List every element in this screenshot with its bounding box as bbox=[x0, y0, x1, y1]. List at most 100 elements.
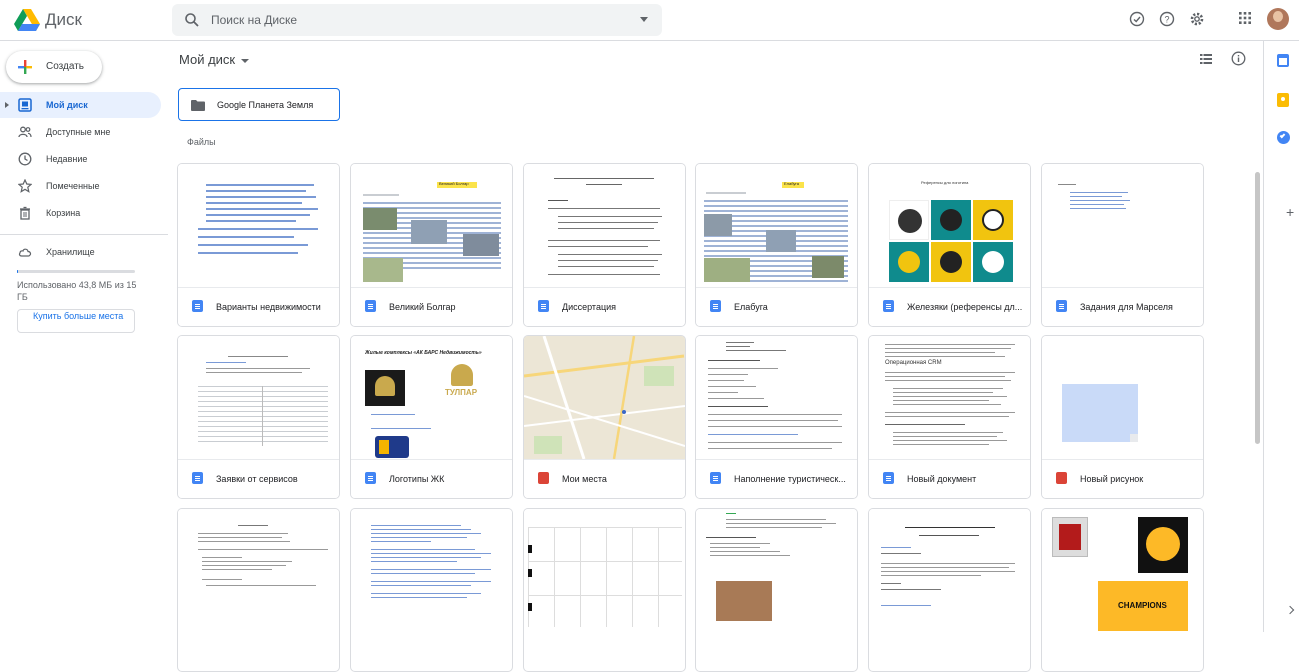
thumb-title-text: Жилые комплексы «АК БАРС Недвижимость» bbox=[365, 350, 482, 356]
file-name: Задания для Марселя bbox=[1080, 302, 1173, 312]
file-name: Наполнение туристическ... bbox=[734, 474, 846, 484]
sidebar-item-label: Помеченные bbox=[46, 181, 100, 191]
help-icon[interactable]: ? bbox=[1159, 11, 1175, 27]
file-card[interactable] bbox=[695, 508, 858, 672]
file-card[interactable] bbox=[177, 508, 340, 672]
file-name: Мои места bbox=[562, 474, 607, 484]
doc-icon bbox=[883, 472, 894, 484]
drawing-icon bbox=[1056, 472, 1067, 484]
chevron-down-icon[interactable] bbox=[241, 58, 250, 63]
settings-icon[interactable] bbox=[1189, 11, 1205, 27]
star-icon bbox=[18, 179, 32, 193]
create-button[interactable]: Создать bbox=[6, 51, 102, 83]
expand-arrow-icon[interactable] bbox=[5, 102, 9, 108]
file-thumbnail: Жилые комплексы «АК БАРС Недвижимость» Т… bbox=[351, 336, 512, 459]
file-name: Новый документ bbox=[907, 474, 977, 484]
doc-icon bbox=[192, 300, 203, 312]
doc-icon bbox=[192, 472, 203, 484]
file-card[interactable]: Варианты недвижимости bbox=[177, 163, 340, 327]
file-thumbnail bbox=[524, 164, 685, 287]
search-options-icon[interactable] bbox=[640, 17, 648, 22]
plus-icon bbox=[18, 60, 32, 74]
storage-usage-text: Использовано 43,8 МБ из 15 ГБ bbox=[17, 280, 137, 302]
chevron-right-icon[interactable] bbox=[1285, 605, 1295, 615]
map-pin-icon bbox=[538, 472, 549, 484]
doc-icon bbox=[1056, 300, 1067, 312]
storage-label: Хранилище bbox=[46, 247, 95, 257]
file-card[interactable]: Новый рисунок bbox=[1041, 335, 1204, 499]
file-card[interactable]: CHAMPIONS bbox=[1041, 508, 1204, 672]
thumb-title: Елабуга bbox=[782, 181, 804, 188]
avatar[interactable] bbox=[1267, 8, 1289, 30]
sidebar-item-storage[interactable]: Хранилище bbox=[0, 239, 161, 265]
thumb-heading: Операционная CRM bbox=[885, 360, 942, 366]
folder-item[interactable]: Google Планета Земля bbox=[178, 88, 340, 121]
file-card[interactable]: Великий Болгар Великий Болгар bbox=[350, 163, 513, 327]
sidebar-item-label: Недавние bbox=[46, 154, 88, 164]
file-thumbnail bbox=[696, 336, 857, 459]
sidebar-divider bbox=[0, 234, 168, 235]
thumb-title: Великий Болгар bbox=[437, 181, 477, 188]
file-card[interactable] bbox=[868, 508, 1031, 672]
keep-icon[interactable] bbox=[1277, 93, 1289, 107]
scrollbar[interactable] bbox=[1255, 172, 1260, 444]
search-icon[interactable] bbox=[184, 12, 200, 28]
doc-icon bbox=[365, 300, 376, 312]
folder-name: Google Планета Земля bbox=[217, 100, 314, 110]
info-icon[interactable] bbox=[1231, 51, 1246, 66]
tasks-icon[interactable] bbox=[1277, 131, 1290, 144]
file-thumbnail: Референсы для логотипа bbox=[869, 164, 1030, 287]
sidebar-item-label: Мой диск bbox=[46, 100, 88, 110]
file-name: Варианты недвижимости bbox=[216, 302, 321, 312]
file-card[interactable]: Заявки от сервисов bbox=[177, 335, 340, 499]
file-name: Железяки (референсы дл... bbox=[907, 302, 1023, 312]
breadcrumb[interactable]: Мой диск bbox=[179, 52, 250, 67]
file-thumbnail: Елабуга bbox=[696, 164, 857, 287]
file-name: Заявки от сервисов bbox=[216, 474, 298, 484]
file-card[interactable]: Референсы для логотипа Железяки (референ… bbox=[868, 163, 1031, 327]
file-name: Логотипы ЖК bbox=[389, 474, 445, 484]
file-thumbnail bbox=[1042, 336, 1203, 459]
file-thumbnail: CHAMPIONS bbox=[1042, 509, 1203, 632]
file-thumbnail bbox=[178, 509, 339, 632]
file-card[interactable]: Мои места bbox=[523, 335, 686, 499]
add-addon-icon[interactable]: + bbox=[1286, 204, 1294, 220]
file-card[interactable]: Наполнение туристическ... bbox=[695, 335, 858, 499]
file-card[interactable] bbox=[350, 508, 513, 672]
calendar-icon[interactable] bbox=[1277, 54, 1289, 67]
tulpar-text: ТУЛПАР bbox=[445, 388, 478, 397]
buy-storage-button[interactable]: Купить больше места bbox=[17, 309, 135, 333]
file-card[interactable]: Диссертация bbox=[523, 163, 686, 327]
file-card[interactable]: Задания для Марселя bbox=[1041, 163, 1204, 327]
side-panel: + bbox=[1263, 41, 1299, 632]
file-card[interactable]: Операционная CRM Новый документ bbox=[868, 335, 1031, 499]
list-view-icon[interactable] bbox=[1200, 54, 1212, 64]
app-title[interactable]: Диск bbox=[45, 10, 82, 30]
thumb-champions-text: CHAMPIONS bbox=[1118, 601, 1167, 610]
drive-logo-icon[interactable] bbox=[14, 8, 40, 32]
storage-progress-bar bbox=[17, 270, 135, 273]
sidebar-item-shared[interactable]: Доступные мне bbox=[0, 119, 161, 145]
check-circle-icon[interactable] bbox=[1129, 11, 1145, 27]
file-card[interactable]: Елабуга Елабуга bbox=[695, 163, 858, 327]
folder-icon bbox=[191, 100, 205, 111]
doc-icon bbox=[883, 300, 894, 312]
apps-grid-icon[interactable] bbox=[1238, 11, 1252, 25]
file-thumbnail bbox=[524, 336, 685, 459]
search-bar[interactable]: Поиск на Диске bbox=[172, 4, 662, 36]
doc-icon bbox=[710, 472, 721, 484]
clock-icon bbox=[18, 152, 32, 166]
sidebar-item-my-drive[interactable]: Мой диск bbox=[0, 92, 161, 118]
file-card[interactable]: Жилые комплексы «АК БАРС Недвижимость» Т… bbox=[350, 335, 513, 499]
file-thumbnail bbox=[524, 509, 685, 632]
sidebar-item-trash[interactable]: Корзина bbox=[0, 200, 161, 226]
sidebar-item-recent[interactable]: Недавние bbox=[0, 146, 161, 172]
search-input[interactable]: Поиск на Диске bbox=[211, 13, 297, 27]
shared-people-icon bbox=[18, 126, 32, 138]
file-card[interactable] bbox=[523, 508, 686, 672]
sidebar-item-starred[interactable]: Помеченные bbox=[0, 173, 161, 199]
file-name: Елабуга bbox=[734, 302, 768, 312]
thumb-title-text: Великий Болгар bbox=[439, 181, 469, 186]
breadcrumb-my-drive[interactable]: Мой диск bbox=[179, 52, 235, 67]
thumb-title-text: Елабуга bbox=[784, 181, 800, 186]
